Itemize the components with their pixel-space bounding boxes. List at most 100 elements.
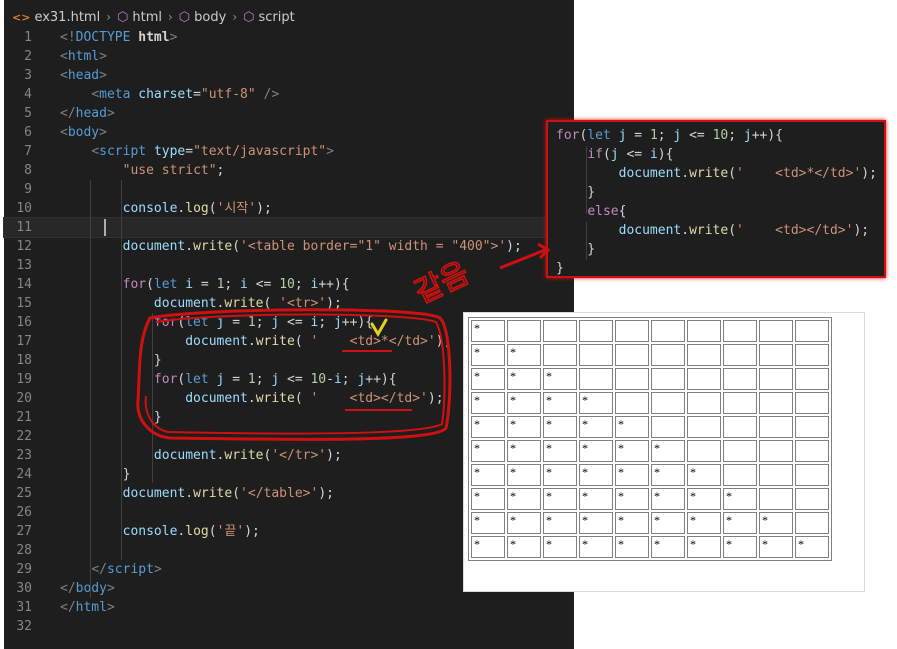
table-cell [723,320,757,342]
code-token: ( [602,147,611,162]
line-number: 15 [16,296,32,311]
breadcrumb-html[interactable]: ⬡ html [117,10,162,25]
table-cell: * [471,416,505,438]
code-text: document.write( ' <td>*</td>'); [60,332,451,351]
table-cell [723,416,757,438]
table-cell [687,344,721,366]
indent-guide [586,222,587,260]
code-token: ' <td></td>' [310,391,428,406]
snippet-line: document.write(' <td></td>'); [556,221,869,240]
table-cell: * [507,536,541,558]
table-cell [651,392,685,414]
code-line[interactable]: 7 <script type="text/javascript"> [4,142,574,161]
table-cell [579,344,613,366]
line-number: 13 [16,258,32,273]
table-cell [651,320,685,342]
table-cell [615,392,649,414]
breadcrumb-file[interactable]: <> ex31.html [12,10,100,25]
code-line[interactable]: 6 <body> [4,123,574,142]
code-text: <script type="text/javascript"> [60,142,334,161]
code-token: 1 [247,315,256,330]
code-token: script [106,562,154,577]
code-snippet-panel: for(let j = 1; j <= 10; j++){ if(j <= i)… [546,120,886,278]
code-text: console.log('시작'); [60,199,272,218]
code-token: ){ [657,147,674,162]
table-cell [759,488,793,510]
code-token: ( [146,277,154,292]
table-cell [687,368,721,390]
code-line[interactable]: 32 [4,617,574,636]
code-token: ; [318,315,334,330]
code-token: <= [618,147,650,162]
table-row: * * * * * [471,416,829,438]
table-cell: * [543,368,577,390]
code-token: '시작' [216,201,257,216]
table-cell [795,416,829,438]
table-cell: * [471,320,505,342]
table-cell [759,416,793,438]
code-token: > [99,68,107,83]
code-line[interactable]: 1 <!DOCTYPE html> [4,28,574,47]
code-token: ); [427,391,444,406]
snippet-line: } [556,240,595,259]
code-text: } [60,408,162,427]
code-token: ++){ [318,277,350,292]
table-row: * [471,320,829,342]
code-line[interactable]: 4 <meta charset="utf-8" /> [4,85,574,104]
line-number: 18 [16,353,32,368]
code-token: document [618,166,682,181]
html-file-icon: <> [12,10,31,24]
table-cell [795,392,829,414]
snippet-line: } [556,183,595,202]
table-cell: * [687,512,721,534]
code-token: > [153,562,162,577]
code-token: j [271,315,280,330]
table-cell: * [579,392,613,414]
code-line[interactable]: 5 </head> [4,104,574,123]
code-line[interactable]: 2 <html> [4,47,574,66]
line-number: 10 [16,201,32,216]
code-token: } [556,185,596,200]
indent-guide [121,180,122,560]
table-cell: * [543,416,577,438]
table-cell: * [543,392,577,414]
code-line[interactable]: 3 <head> [4,66,574,85]
table-cell: * [579,464,613,486]
table-cell: * [615,536,649,558]
code-token: document [122,486,186,501]
table-cell: * [507,368,541,390]
table-cell: * [471,512,505,534]
breadcrumb-script[interactable]: ⬡ script [243,10,295,25]
code-token: ( [232,239,241,254]
table-cell [759,440,793,462]
line-number: 22 [16,429,32,444]
snippet-line: else{ [556,202,626,221]
code-token: document [153,448,217,463]
table-cell: * [579,488,613,510]
breadcrumb-body[interactable]: ⬡ body [179,10,227,25]
code-token: html [138,30,170,45]
table-cell: * [651,440,685,462]
code-token: <= [279,372,311,387]
code-token: ( [728,223,737,238]
table-cell [579,368,613,390]
table-cell: * [723,536,757,558]
code-line[interactable]: 8 "use strict"; [4,161,574,180]
indent-guide [90,180,91,598]
code-token: write [255,391,295,406]
code-token: ++){ [365,372,397,387]
code-token: = [224,372,248,387]
table-cell: * [543,440,577,462]
table-cell [579,320,613,342]
code-token: j [743,128,752,143]
code-token: > [106,106,115,121]
table-cell [615,320,649,342]
code-line[interactable]: 31 </html> [4,598,574,617]
